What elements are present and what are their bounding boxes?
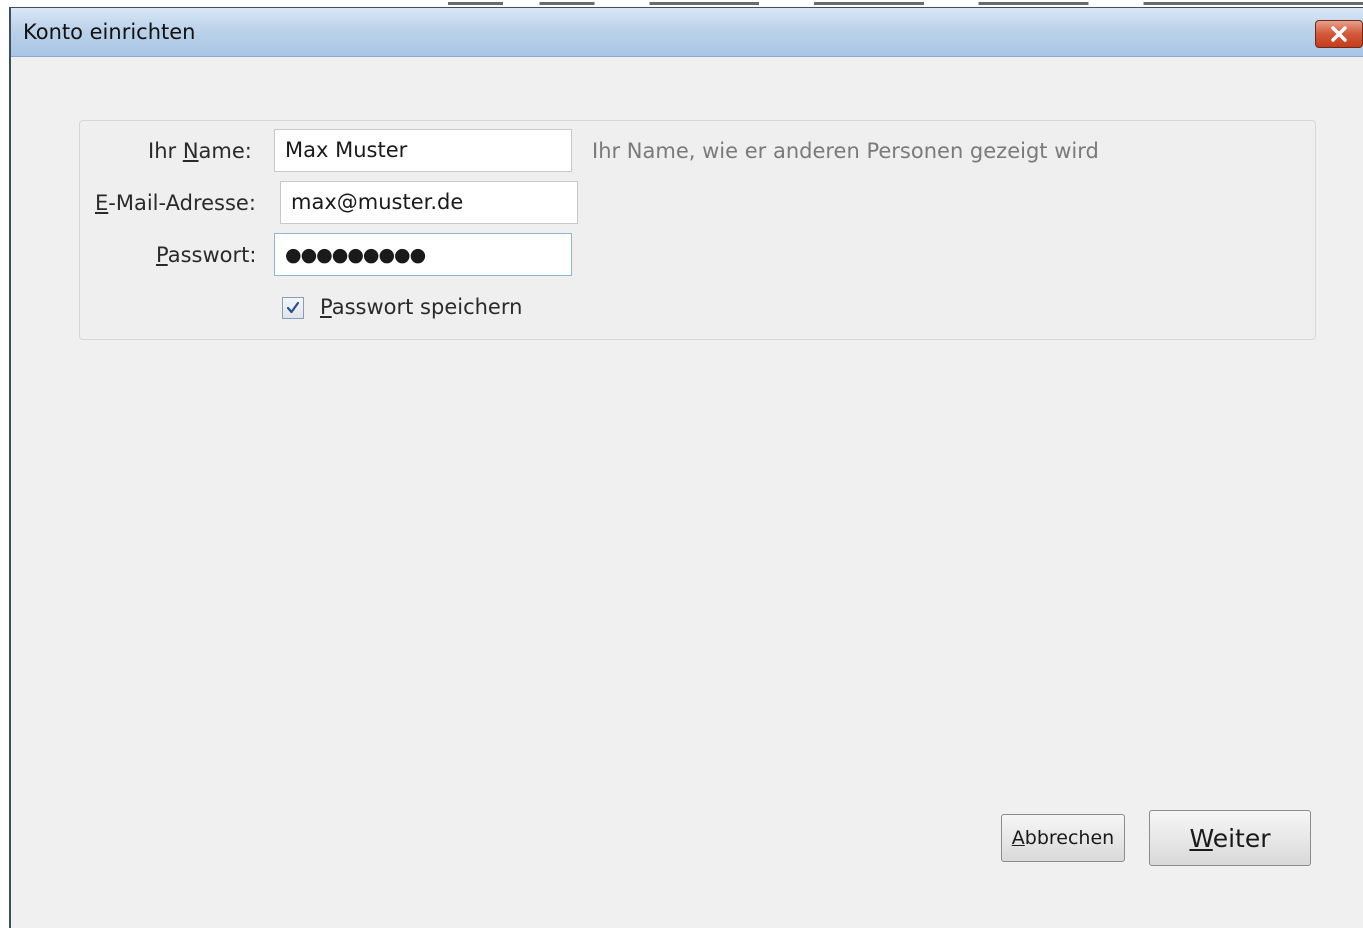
- password-input[interactable]: ●●●●●●●●●: [274, 233, 572, 276]
- account-form-panel: Ihr Name: Max Muster Ihr Name, wie er an…: [79, 120, 1316, 340]
- password-input-value: ●●●●●●●●●: [285, 244, 426, 266]
- cancel-button-label: Abbrechen: [1011, 827, 1115, 849]
- name-label: Ihr Name:: [148, 139, 252, 163]
- title-bar[interactable]: Konto einrichten: [11, 8, 1363, 57]
- next-button[interactable]: Weiter: [1149, 810, 1311, 866]
- close-icon: [1331, 26, 1347, 42]
- remember-password-checkbox[interactable]: [282, 297, 304, 319]
- cancel-button[interactable]: Abbrechen: [1001, 814, 1125, 862]
- close-button[interactable]: [1315, 20, 1363, 48]
- email-label: E-Mail-Adresse:: [95, 191, 256, 215]
- window-title: Konto einrichten: [23, 20, 196, 44]
- email-input-value: max@muster.de: [291, 190, 464, 214]
- account-setup-dialog: Konto einrichten Ihr Name: Max Muster Ih…: [9, 7, 1363, 928]
- email-input[interactable]: max@muster.de: [280, 181, 578, 224]
- remember-password-label[interactable]: Passwort speichern: [320, 295, 522, 319]
- password-label: Passwort:: [156, 243, 257, 267]
- next-button-label: Weiter: [1189, 823, 1271, 853]
- name-hint: Ihr Name, wie er anderen Personen gezeig…: [592, 139, 1099, 163]
- background-window-line: [448, 2, 1363, 5]
- checkmark-icon: [286, 301, 300, 314]
- name-input[interactable]: Max Muster: [274, 129, 572, 172]
- name-input-value: Max Muster: [285, 138, 408, 162]
